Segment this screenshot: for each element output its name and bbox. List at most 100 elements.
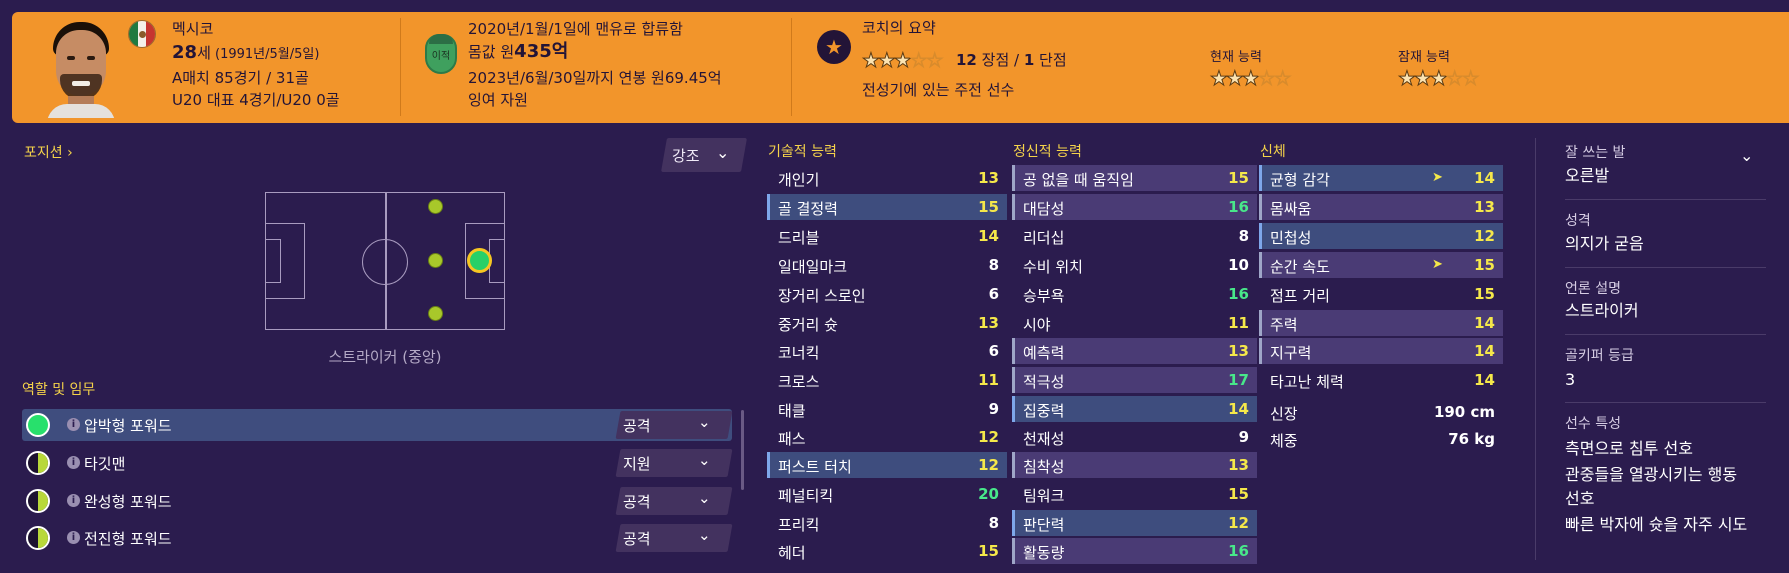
attribute-row[interactable]: 타고난 체력 14 — [1259, 367, 1503, 393]
goalkeeper-rating-label: 골키퍼 등급 — [1565, 348, 1634, 364]
current-ability-label: 현재 능력 — [1210, 50, 1262, 65]
player-age: 28세 (1991년/5월/5일) — [172, 42, 320, 63]
height-row: 신장 190 cm — [1270, 403, 1495, 423]
preferred-foot-label: 잘 쓰는 발 — [1565, 145, 1626, 161]
attribute-row[interactable]: 중거리 슛 13 — [767, 310, 1007, 336]
pros-cons-summary[interactable]: 12 장점 / 1 단점 — [956, 50, 1067, 70]
attribute-row[interactable]: 리더십 8 — [1012, 223, 1257, 249]
attribute-row[interactable]: 지구력 14 — [1259, 338, 1503, 364]
chevron-down-icon[interactable]: ⌄ — [698, 413, 711, 431]
personality-label: 성격 — [1565, 213, 1591, 229]
contract-info: 2023년/6월/30일까지 연봉 원69.45억 — [468, 69, 722, 87]
position-pitch — [265, 192, 505, 330]
coach-report-star-icon[interactable]: ★ — [817, 30, 851, 64]
attribute-row[interactable]: 주력 14 — [1259, 310, 1503, 336]
attribute-row[interactable]: 코너킥 6 — [767, 338, 1007, 364]
player-traits-label: 선수 특성 — [1565, 416, 1621, 432]
chevron-down-icon[interactable]: ⌄ — [698, 526, 711, 544]
info-icon[interactable]: i — [67, 418, 80, 431]
player-header: 멕시코 28세 (1991년/5월/5일) A매치 85경기 / 31골 U20… — [12, 12, 1789, 123]
attribute-row[interactable]: 판단력 12 — [1012, 510, 1257, 536]
nationality[interactable]: 멕시코 — [172, 19, 213, 39]
attribute-row[interactable]: 패스 12 — [767, 424, 1007, 450]
attribute-row[interactable]: 페널티킥 20 — [767, 481, 1007, 507]
chevron-down-icon[interactable]: ⌄ — [698, 489, 711, 507]
position-dot-striker-selected[interactable] — [467, 248, 492, 273]
attribute-row[interactable]: 시야 11 — [1012, 310, 1257, 336]
preferred-foot: 오른발 — [1565, 166, 1610, 185]
attribute-row[interactable]: 천재성 9 — [1012, 424, 1257, 450]
role-suitability-icon — [26, 489, 50, 513]
current-ability-stars: ★★★☆☆ — [1210, 66, 1293, 90]
u20-caps: U20 대표 4경기/U20 0골 — [172, 91, 340, 109]
weight-row: 체중 76 kg — [1270, 430, 1495, 450]
info-divider — [1535, 138, 1536, 560]
position-dot[interactable] — [428, 306, 443, 321]
attribute-row[interactable]: 수비 위치 10 — [1012, 252, 1257, 278]
player-trait[interactable]: 측면으로 침투 선호 — [1565, 437, 1693, 461]
squad-status[interactable]: 잉여 자원 — [468, 90, 528, 110]
mental-attributes-title: 정신적 능력 — [1013, 144, 1082, 160]
player-trait[interactable]: 빠른 박자에 슛을 자주 시도 — [1565, 513, 1747, 537]
attribute-row[interactable]: 일대일마크 8 — [767, 252, 1007, 278]
attribute-row[interactable]: 골 결정력 15 — [767, 194, 1007, 220]
attribute-row[interactable]: 장거리 스로인 6 — [767, 281, 1007, 307]
attribute-row[interactable]: 집중력 14 — [1012, 396, 1257, 422]
attribute-up-arrow-icon: ➤ — [1432, 170, 1443, 185]
attribute-row[interactable]: 대담성 16 — [1012, 194, 1257, 220]
positions-link[interactable]: 포지션 › — [24, 142, 73, 162]
info-icon[interactable]: i — [67, 531, 80, 544]
attribute-row[interactable]: 프리킥 8 — [767, 510, 1007, 536]
chevron-down-icon[interactable]: ⌄ — [716, 143, 729, 162]
player-trait[interactable]: 선호 — [1565, 487, 1594, 511]
attribute-row[interactable]: 점프 거리 15 — [1259, 281, 1503, 307]
potential-ability-stars: ★★★☆☆ — [1398, 66, 1481, 90]
role-row[interactable]: i 압박형 포워드 공격 ⌄ — [22, 409, 733, 441]
coach-report-title: 코치의 요약 — [862, 19, 936, 37]
attribute-row[interactable]: 팀워크 15 — [1012, 481, 1257, 507]
roles-scrollbar[interactable] — [741, 410, 744, 490]
club-badge-icon[interactable]: 이적 — [425, 34, 457, 74]
position-dot[interactable] — [428, 253, 443, 268]
attribute-row[interactable]: 예측력 13 — [1012, 338, 1257, 364]
player-photo[interactable] — [45, 18, 117, 118]
attribute-row[interactable]: 적극성 17 — [1012, 367, 1257, 393]
player-trait[interactable]: 관중들을 열광시키는 행동 — [1565, 463, 1737, 487]
roles-duties-title: 역할 및 임무 — [22, 382, 96, 398]
attribute-row[interactable]: 공 없을 때 움직임 15 — [1012, 165, 1257, 191]
chevron-down-icon[interactable]: ⌄ — [1740, 146, 1753, 165]
role-suitability-icon — [26, 413, 50, 437]
physical-attributes-title: 신체 — [1260, 144, 1286, 160]
attribute-row[interactable]: 균형 감각 ➤ 14 — [1259, 165, 1503, 191]
attribute-row[interactable]: 활동량 16 — [1012, 538, 1257, 564]
media-description-label: 언론 설명 — [1565, 281, 1621, 297]
potential-ability-label: 잠재 능력 — [1398, 50, 1450, 65]
role-suitability-icon — [26, 526, 50, 550]
mexico-flag-icon[interactable] — [128, 20, 156, 48]
attribute-row[interactable]: 크로스 11 — [767, 367, 1007, 393]
attribute-row[interactable]: 퍼스트 터치 12 — [767, 452, 1007, 478]
attribute-row[interactable]: 드리블 14 — [767, 223, 1007, 249]
attribute-row[interactable]: 헤더 15 — [767, 538, 1007, 564]
position-name: 스트라이커 (중앙) — [328, 348, 442, 366]
attribute-row[interactable]: 태클 9 — [767, 396, 1007, 422]
technical-attributes-title: 기술적 능력 — [768, 144, 837, 160]
attribute-row[interactable]: 침착성 13 — [1012, 452, 1257, 478]
role-row[interactable]: i 완성형 포워드 공격 ⌄ — [22, 485, 733, 517]
chevron-down-icon[interactable]: ⌄ — [698, 451, 711, 469]
header-divider — [791, 18, 792, 116]
role-row[interactable]: i 타깃맨 지원 ⌄ — [22, 447, 733, 479]
attribute-row[interactable]: 민첩성 12 — [1259, 223, 1503, 249]
info-icon[interactable]: i — [67, 456, 80, 469]
emphasis-label[interactable]: 강조 — [672, 145, 700, 166]
market-value: 몸값 원435억 — [468, 41, 569, 62]
attribute-row[interactable]: 몸싸움 13 — [1259, 194, 1503, 220]
attribute-row[interactable]: 승부욕 16 — [1012, 281, 1257, 307]
attribute-row[interactable]: 개인기 13 — [767, 165, 1007, 191]
info-icon[interactable]: i — [67, 494, 80, 507]
attribute-row[interactable]: 순간 속도 ➤ 15 — [1259, 252, 1503, 278]
role-row[interactable]: i 전진형 포워드 공격 ⌄ — [22, 522, 733, 554]
attribute-up-arrow-icon: ➤ — [1432, 257, 1443, 272]
position-dot[interactable] — [428, 199, 443, 214]
goalkeeper-rating: 3 — [1565, 370, 1576, 389]
